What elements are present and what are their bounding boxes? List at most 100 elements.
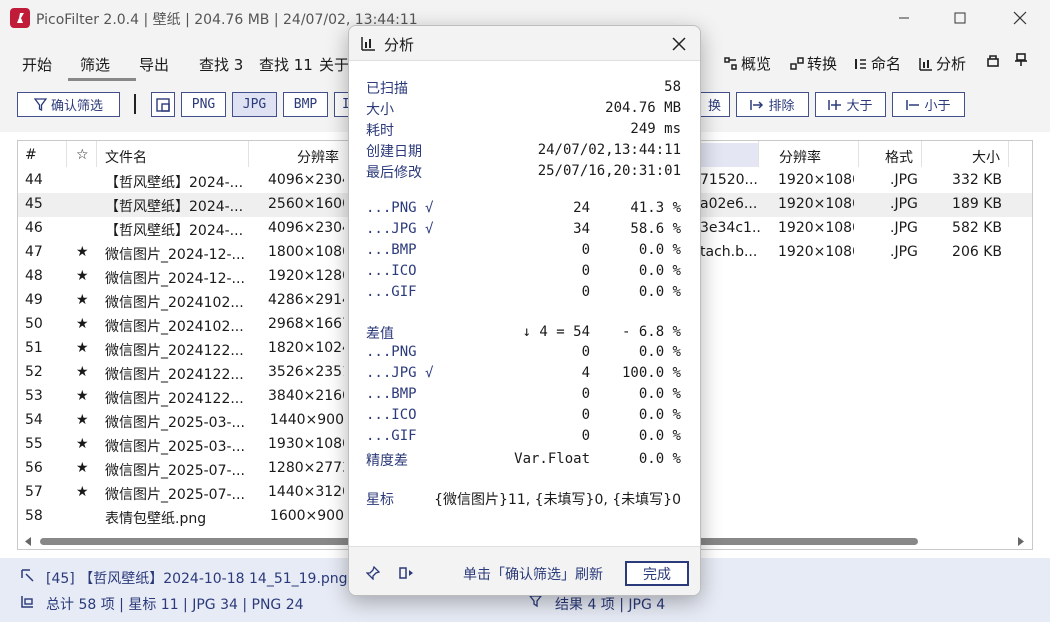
dialog-title: 分析 <box>384 36 415 54</box>
menu-find-3[interactable]: 查找 3 <box>199 54 243 75</box>
column-header-resolution[interactable]: 分辨率 <box>297 147 339 167</box>
row-filename: 微信图片_2025-07-... <box>105 463 245 479</box>
row-format: .JPG <box>890 172 918 188</box>
row-resolution: 1440×900 <box>269 412 344 428</box>
pin-icon[interactable] <box>366 566 380 580</box>
menu-find-11[interactable]: 查找 11 <box>259 54 313 75</box>
row-size: 332 KB <box>952 172 1002 188</box>
stat-percent: 41.3 % <box>630 200 681 216</box>
column-header-star[interactable]: ☆ <box>76 147 89 163</box>
convert-icon <box>790 56 804 70</box>
column-header-size[interactable]: 大小 <box>972 147 1000 167</box>
row-star: ★ <box>76 388 89 404</box>
dialog-header: 分析 <box>349 26 700 61</box>
stat-percent: 0.0 % <box>638 263 681 279</box>
stat-label: ...GIF <box>366 284 417 300</box>
diff-label: 差值 <box>366 326 394 342</box>
filter-icon <box>33 98 47 111</box>
star-value: {微信图片}11, {未填写}0, {未填写}0 <box>434 492 681 508</box>
menu-export[interactable]: 导出 <box>139 54 169 75</box>
stat-count: 0 <box>581 242 590 258</box>
menu-convert[interactable]: 转换 <box>790 53 837 74</box>
modified-label: 最后修改 <box>366 165 422 181</box>
star-label: 星标 <box>366 492 394 508</box>
menu-about[interactable]: 关于 <box>319 54 349 75</box>
stat-label: ...JPG √ <box>366 221 434 237</box>
stat-count: 0 <box>581 263 590 279</box>
overview-icon <box>724 56 737 70</box>
row-filename: 微信图片_2025-03-... <box>105 439 245 455</box>
row-index: 51 <box>25 340 43 356</box>
row-filename: 微信图片_2024102... <box>105 319 244 335</box>
dialog-close-button[interactable] <box>668 33 690 55</box>
menu-filter[interactable]: 筛选 <box>80 54 110 75</box>
stat-percent: 0.0 % <box>638 344 681 360</box>
row-star: ★ <box>76 244 89 260</box>
format-jpg-button[interactable]: JPG <box>232 92 277 117</box>
scroll-right-icon[interactable] <box>1017 537 1025 546</box>
exclude-icon <box>750 99 764 110</box>
pin-icon <box>1015 53 1027 66</box>
column-header-index[interactable]: # <box>25 147 37 163</box>
row-filename: 微信图片_2024122... <box>105 367 244 383</box>
scroll-left-icon[interactable] <box>24 537 32 546</box>
window-mode-icon[interactable] <box>399 566 415 580</box>
row-resolution: 2968×1667 <box>268 316 344 332</box>
menu-analyze[interactable]: 分析 <box>919 53 966 74</box>
diff-percent: - 6.8 % <box>621 324 681 340</box>
row-filename: 微信图片_2025-07-... <box>105 487 245 503</box>
greater-than-button[interactable]: 大于 <box>815 92 886 117</box>
menu-overview[interactable]: 概览 <box>724 53 771 74</box>
stat-count: 0 <box>581 407 590 423</box>
column-header-format[interactable]: 格式 <box>885 147 913 167</box>
row-resolution: 3526×2351 <box>268 364 344 380</box>
select-mode-icon <box>156 97 170 112</box>
maximize-button[interactable] <box>932 0 988 36</box>
total-icon <box>21 596 33 608</box>
column-header-resolution-2[interactable]: 分辨率 <box>779 147 821 167</box>
row-size: 189 KB <box>952 196 1002 212</box>
row-filename: 【哲风壁纸】2024-... <box>105 175 244 191</box>
minimize-button[interactable] <box>876 0 932 36</box>
confirm-filter-button[interactable]: 确认筛选 <box>17 92 120 117</box>
column-divider <box>758 141 759 167</box>
row-filename: 微信图片_2024122... <box>105 391 244 407</box>
less-than-button[interactable]: 小于 <box>892 92 965 117</box>
row-resolution: 1600×900 <box>269 508 344 524</box>
row-filename: 【哲风壁纸】2024-... <box>105 223 244 239</box>
row-star: ★ <box>76 436 89 452</box>
close-window-button[interactable] <box>992 0 1048 36</box>
precision-label: 精度差 <box>366 453 408 469</box>
stat-percent: 100.0 % <box>621 365 681 381</box>
column-divider <box>858 141 859 167</box>
lock-icon <box>987 55 999 67</box>
select-mode-button[interactable] <box>151 92 175 117</box>
exclude-button[interactable]: 排除 <box>736 92 809 117</box>
row-filename: 微信图片_2025-03-... <box>105 415 245 431</box>
created-value: 24/07/02,13:44:11 <box>537 142 681 158</box>
menu-rename[interactable]: 命名 <box>854 53 901 74</box>
format-bmp-button[interactable]: BMP <box>283 92 328 117</box>
column-header-filename[interactable]: 文件名 <box>105 147 147 167</box>
row-resolution: 1820×1024 <box>268 340 344 356</box>
row-index: 54 <box>25 412 43 428</box>
done-button[interactable]: 完成 <box>625 561 689 586</box>
row-index: 52 <box>25 364 43 380</box>
close-icon <box>672 37 686 51</box>
column-divider <box>1008 141 1009 167</box>
menu-start[interactable]: 开始 <box>22 54 52 75</box>
analyze-icon <box>361 37 375 51</box>
row-resolution: 2560×1600 <box>268 196 344 212</box>
format-png-button[interactable]: PNG <box>181 92 226 117</box>
lock-button[interactable] <box>986 53 1000 67</box>
column-divider <box>248 141 249 167</box>
row-resolution-right: 1920×1080 <box>778 244 854 260</box>
pin-button[interactable] <box>1014 53 1028 67</box>
modified-value: 25/07/16,20:31:01 <box>537 163 681 179</box>
time-label: 耗时 <box>366 123 394 139</box>
row-index: 57 <box>25 484 43 500</box>
greater-than-icon <box>828 99 842 110</box>
sorted-column-highlight <box>700 143 758 167</box>
stat-count: 0 <box>581 284 590 300</box>
row-index: 46 <box>25 220 43 236</box>
